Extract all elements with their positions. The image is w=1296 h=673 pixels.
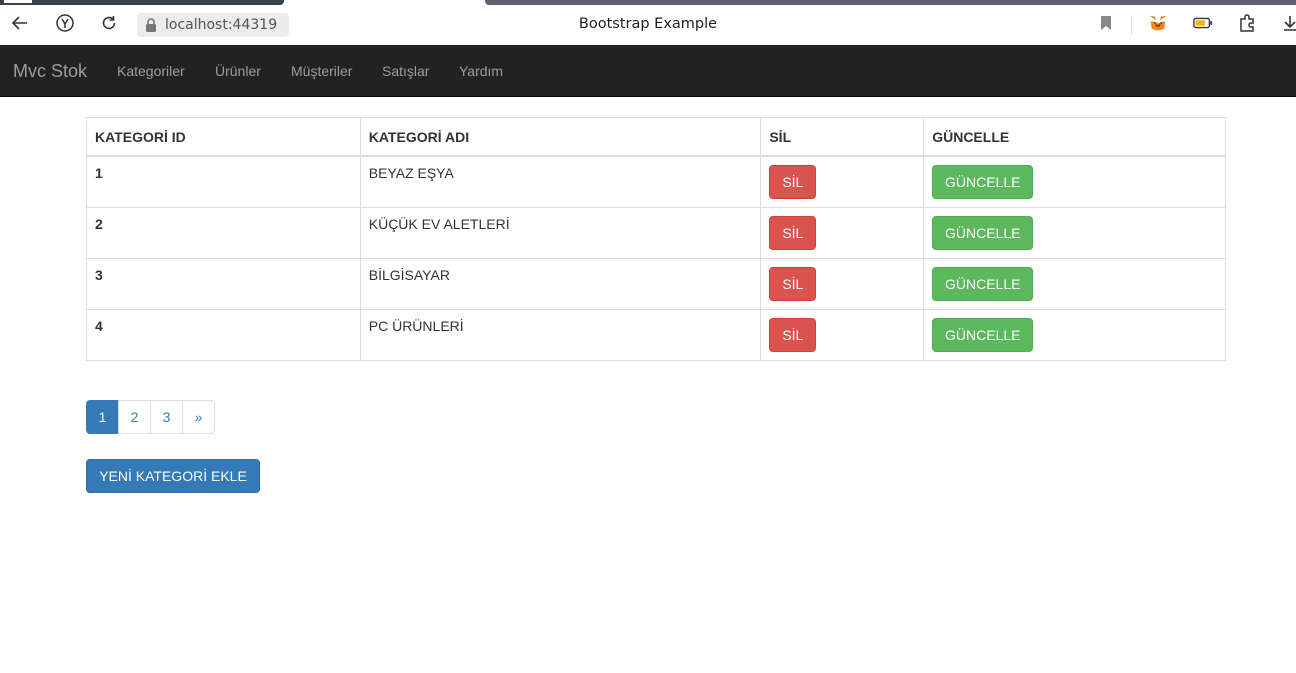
extensions-icon[interactable] [1237, 13, 1257, 33]
update-button[interactable]: GÜNCELLE [932, 317, 1034, 352]
download-icon[interactable] [1280, 13, 1296, 33]
update-cell: GÜNCELLE [923, 257, 1226, 310]
delete-cell: SİL [760, 257, 925, 310]
category-id: 4 [86, 308, 361, 361]
header-kategori-id: KATEGORİ ID [86, 117, 361, 157]
delete-button[interactable]: SİL [769, 266, 817, 301]
delete-button[interactable]: SİL [769, 215, 817, 250]
nav-item-kategoriler[interactable]: Kategoriler [117, 63, 185, 79]
delete-cell: SİL [760, 155, 925, 208]
tab-strip-right [485, 0, 1296, 5]
nav-item-musteriler[interactable]: Müşteriler [291, 63, 352, 79]
update-cell: GÜNCELLE [923, 155, 1226, 208]
browser-toolbar: localhost:44319 Bootstrap Example [0, 0, 1296, 45]
tab-strip [0, 0, 284, 5]
category-name: BEYAZ EŞYA [359, 155, 762, 208]
category-name: KÜÇÜK EV ALETLERİ [359, 206, 762, 259]
table-row: 4 PC ÜRÜNLERİ SİL GÜNCELLE [86, 308, 1226, 361]
update-cell: GÜNCELLE [923, 308, 1226, 361]
table-row: 1 BEYAZ EŞYA SİL GÜNCELLE [86, 155, 1226, 208]
active-tab-indicator [4, 0, 32, 3]
category-id: 2 [86, 206, 361, 259]
nav-item-urunler[interactable]: Ürünler [215, 63, 261, 79]
category-id: 1 [86, 155, 361, 208]
navbar-brand[interactable]: Mvc Stok [13, 61, 87, 82]
header-sil: SİL [760, 117, 925, 157]
category-name: BİLGİSAYAR [359, 257, 762, 310]
update-button[interactable]: GÜNCELLE [932, 266, 1034, 301]
delete-cell: SİL [760, 206, 925, 259]
add-category-button[interactable]: YENİ KATEGORİ EKLE [86, 459, 260, 493]
update-button[interactable]: GÜNCELLE [932, 215, 1034, 250]
page-link-2[interactable]: 2 [118, 400, 151, 434]
nav-item-yardim[interactable]: Yardım [459, 63, 503, 79]
delete-cell: SİL [760, 308, 925, 361]
category-id: 3 [86, 257, 361, 310]
toolbar-separator [1131, 16, 1132, 34]
table-row: 3 BİLGİSAYAR SİL GÜNCELLE [86, 257, 1226, 310]
top-navbar: Mvc Stok Kategoriler Ürünler Müşteriler … [0, 45, 1296, 97]
battery-icon[interactable] [1193, 13, 1213, 33]
table-row: 2 KÜÇÜK EV ALETLERİ SİL GÜNCELLE [86, 206, 1226, 259]
header-guncelle: GÜNCELLE [923, 117, 1226, 157]
metamask-icon[interactable] [1148, 13, 1168, 33]
page-link-1[interactable]: 1 [86, 400, 119, 434]
category-table: KATEGORİ ID KATEGORİ ADI SİL GÜNCELLE 1 … [86, 117, 1226, 361]
delete-button[interactable]: SİL [769, 317, 817, 352]
nav-item-satislar[interactable]: Satışlar [382, 63, 429, 79]
page-link-3[interactable]: 3 [150, 400, 183, 434]
update-cell: GÜNCELLE [923, 206, 1226, 259]
category-name: PC ÜRÜNLERİ [359, 308, 762, 361]
header-kategori-adi: KATEGORİ ADI [359, 117, 762, 157]
bookmark-icon[interactable] [1096, 13, 1116, 33]
pagination: 1 2 3 » [86, 400, 215, 434]
table-header-row: KATEGORİ ID KATEGORİ ADI SİL GÜNCELLE [86, 117, 1226, 157]
page-next[interactable]: » [182, 400, 215, 434]
update-button[interactable]: GÜNCELLE [932, 164, 1034, 199]
delete-button[interactable]: SİL [769, 164, 817, 199]
